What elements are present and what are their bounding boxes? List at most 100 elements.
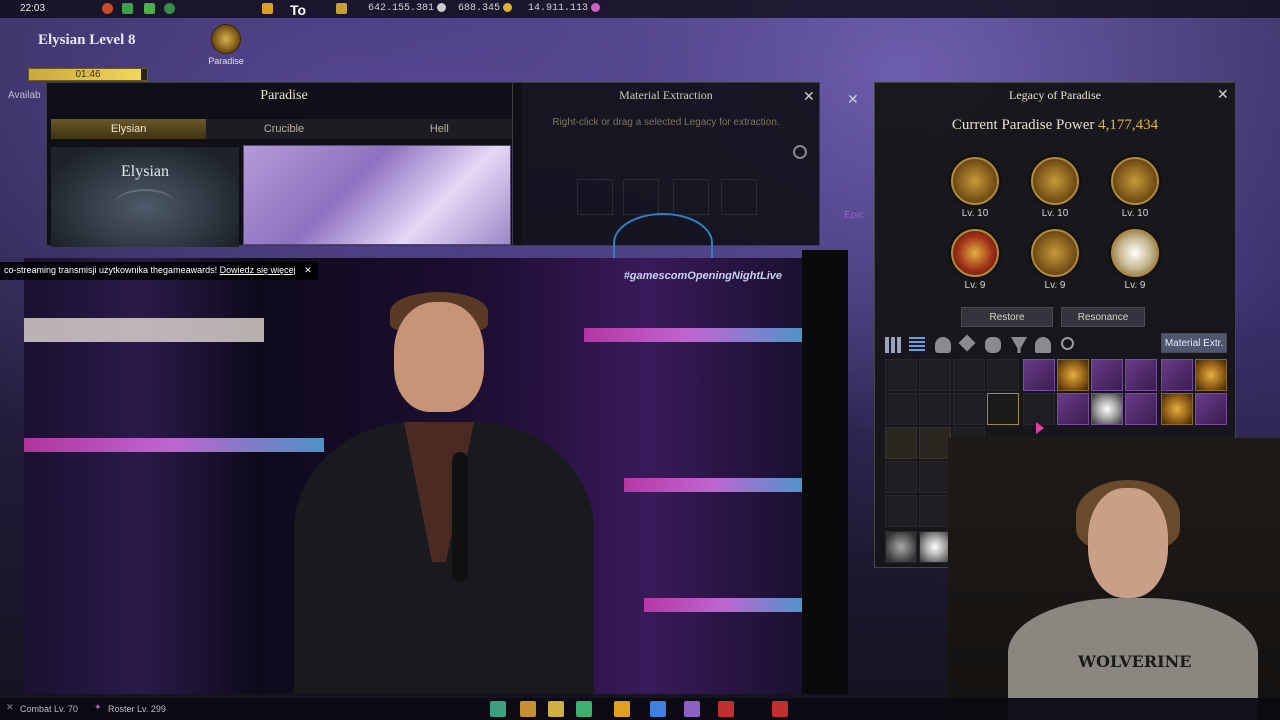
trophy-icon[interactable] xyxy=(1011,337,1027,353)
potion-slot[interactable] xyxy=(772,701,788,717)
legacy-emblem[interactable]: Lv. 10 xyxy=(1105,157,1165,219)
legacy-emblem[interactable]: Lv. 9 xyxy=(945,229,1005,291)
skill-slot[interactable] xyxy=(576,701,592,717)
inventory-slot[interactable] xyxy=(885,359,917,391)
inventory-slot[interactable] xyxy=(885,427,917,459)
inventory-slot[interactable] xyxy=(885,393,917,425)
legacy-emblem-icon xyxy=(1031,229,1079,277)
close-icon[interactable]: ✕ xyxy=(847,92,859,106)
inventory-slot[interactable] xyxy=(953,359,985,391)
tab-crucible[interactable]: Crucible xyxy=(206,119,362,139)
available-label: Availab xyxy=(8,90,41,101)
close-icon[interactable]: ✕ xyxy=(304,265,312,275)
inventory-slot[interactable] xyxy=(885,495,917,527)
legacy-item[interactable] xyxy=(919,531,951,563)
stage-light xyxy=(624,478,802,492)
leaf-icon[interactable] xyxy=(144,3,155,14)
tab-hell[interactable]: Hell xyxy=(361,119,517,139)
tab-elysian[interactable]: Elysian xyxy=(51,119,207,139)
skill-slot[interactable] xyxy=(490,701,506,717)
grid-icon[interactable] xyxy=(885,337,901,353)
paradise-power: Current Paradise Power 4,177,434 xyxy=(875,117,1235,134)
inventory-slot[interactable] xyxy=(919,427,951,459)
inventory-slot[interactable] xyxy=(987,359,1019,391)
material-extraction-button[interactable]: Material Extr. xyxy=(1161,333,1227,353)
skill-slot[interactable] xyxy=(684,701,700,717)
legacy-item[interactable] xyxy=(1057,393,1089,425)
roster-level: Roster Lv. 299 xyxy=(108,704,166,714)
inventory-slot[interactable] xyxy=(919,359,951,391)
inventory-slot[interactable] xyxy=(987,393,1019,425)
resonance-button[interactable]: Resonance xyxy=(1061,307,1145,327)
inventory-slot[interactable] xyxy=(919,393,951,425)
notification-icon[interactable] xyxy=(102,3,113,14)
chest-icon[interactable] xyxy=(336,3,347,14)
paradise-shortcut-button[interactable]: Paradise xyxy=(204,24,248,66)
skill-slot[interactable] xyxy=(650,701,666,717)
legacy-item[interactable] xyxy=(1195,359,1227,391)
close-icon[interactable]: ✕ xyxy=(1217,87,1229,101)
stage-light xyxy=(24,438,324,452)
bell-icon[interactable] xyxy=(1035,337,1051,353)
legacy-emblem[interactable]: Lv. 9 xyxy=(1025,229,1085,291)
event-hashtag: #gamescomOpeningNightLive xyxy=(623,270,782,282)
calendar-icon[interactable] xyxy=(122,3,133,14)
mouse-cursor-icon xyxy=(1036,422,1044,434)
extraction-slot[interactable] xyxy=(721,179,757,215)
stage-light xyxy=(24,318,264,342)
inventory-slot[interactable] xyxy=(885,461,917,493)
potion-slot[interactable] xyxy=(718,701,734,717)
swords-icon: ✕ xyxy=(6,702,14,712)
legacy-item[interactable] xyxy=(1091,359,1123,391)
close-icon[interactable]: ✕ xyxy=(803,89,815,103)
mask-icon[interactable] xyxy=(985,337,1001,353)
webcam-feed: WOLVERINE xyxy=(948,438,1280,720)
legacy-emblem[interactable]: Lv. 10 xyxy=(1025,157,1085,219)
magnifier-icon[interactable] xyxy=(1061,337,1074,350)
tag-icon[interactable] xyxy=(958,334,976,352)
elysian-card[interactable]: Elysian xyxy=(51,147,239,247)
legacy-emblem[interactable]: Lv. 10 xyxy=(945,157,1005,219)
extraction-slot[interactable] xyxy=(673,179,709,215)
inventory-slot[interactable] xyxy=(919,461,951,493)
legacy-item[interactable] xyxy=(1195,393,1227,425)
legacy-emblem-level: Lv. 10 xyxy=(961,208,989,219)
inventory-slot[interactable] xyxy=(953,393,985,425)
list-icon[interactable] xyxy=(909,337,925,353)
extraction-slot[interactable] xyxy=(623,179,659,215)
legacy-item[interactable] xyxy=(1125,393,1157,425)
settings-gear-icon[interactable] xyxy=(793,145,807,159)
restore-button[interactable]: Restore xyxy=(961,307,1053,327)
legacy-item[interactable] xyxy=(1125,359,1157,391)
microphone-icon xyxy=(452,452,468,582)
learn-more-link[interactable]: Dowiedz się więcej xyxy=(220,265,296,275)
shirt-logo: WOLVERINE xyxy=(1078,652,1192,671)
silver-coin-icon xyxy=(437,3,447,12)
legacy-item[interactable] xyxy=(1091,393,1123,425)
inventory-slot[interactable] xyxy=(919,495,951,527)
legacy-item[interactable] xyxy=(1023,359,1055,391)
legacy-emblem-icon xyxy=(1031,157,1079,205)
extraction-slot[interactable] xyxy=(577,179,613,215)
legacy-item[interactable] xyxy=(1057,359,1089,391)
legacy-item[interactable] xyxy=(885,531,917,563)
skill-slot[interactable] xyxy=(520,701,536,717)
skill-slot[interactable] xyxy=(614,701,630,717)
legacy-item[interactable] xyxy=(1161,393,1193,425)
legacy-window-title: Legacy of Paradise xyxy=(1009,88,1101,102)
helmet-icon[interactable] xyxy=(935,337,951,353)
inventory-slot[interactable] xyxy=(1023,393,1055,425)
presenter-head xyxy=(394,302,484,412)
timer-text: 01:46 xyxy=(75,69,101,80)
trophy-icon[interactable] xyxy=(262,3,273,14)
silver-amount: 642.155.381 xyxy=(368,3,447,14)
gold-amount: 688.345 xyxy=(458,3,513,14)
overlay-text: To xyxy=(290,2,307,18)
legacy-item[interactable] xyxy=(1161,359,1193,391)
legacy-emblem[interactable]: Lv. 9 xyxy=(1105,229,1165,291)
top-status-bar: 22:03 To 642.155.381 688.345 14.911.113 xyxy=(0,0,1280,18)
guild-icon[interactable] xyxy=(164,3,175,14)
video-player[interactable]: #gamescomOpeningNightLive xyxy=(24,258,802,694)
roster-star-icon: ✦ xyxy=(94,702,102,712)
skill-slot[interactable] xyxy=(548,701,564,717)
